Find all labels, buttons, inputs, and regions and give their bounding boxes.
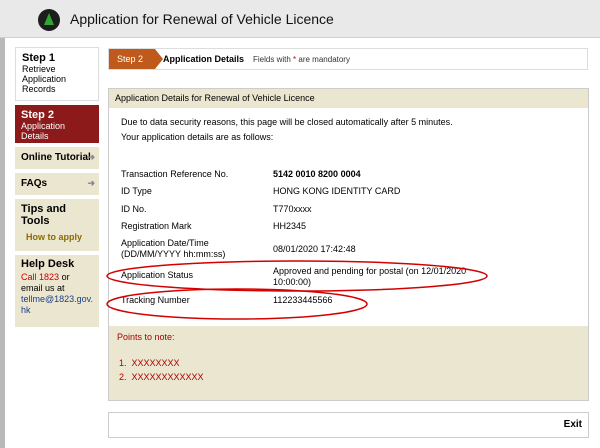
status-annotation-ellipse	[106, 260, 488, 292]
tracking-annotation-ellipse	[106, 288, 368, 320]
annotation-overlay	[106, 260, 488, 320]
